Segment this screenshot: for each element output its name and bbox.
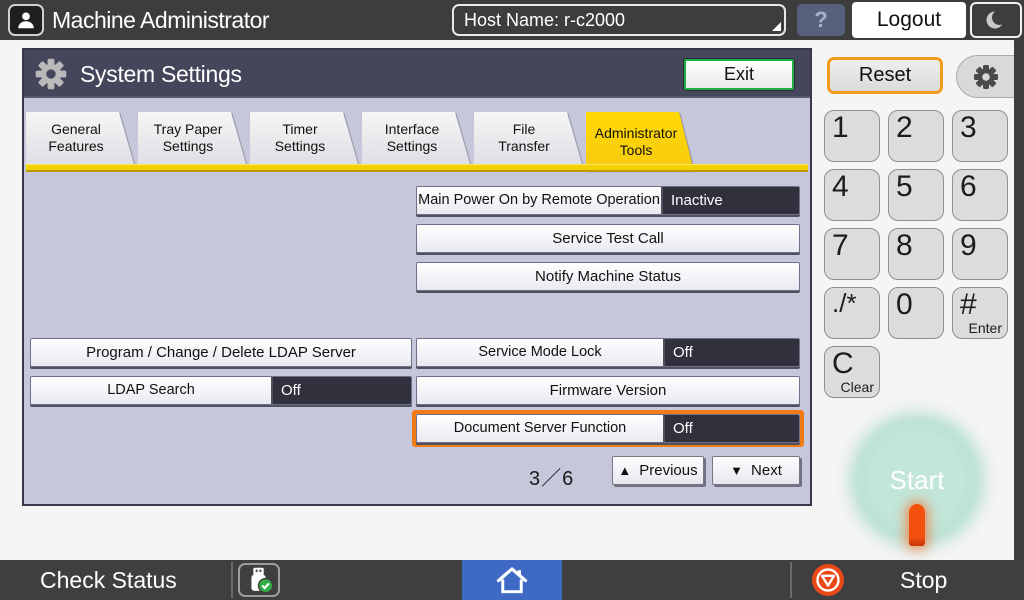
service-test-call-button[interactable]: Service Test Call	[416, 224, 800, 253]
firmware-version-button[interactable]: Firmware Version	[416, 376, 800, 405]
system-settings-panel: System Settings Exit General Features Tr…	[22, 48, 812, 506]
tab-row: General Features Tray Paper Settings Tim…	[26, 112, 694, 164]
media-status-button[interactable]	[238, 563, 280, 597]
home-button[interactable]	[462, 560, 562, 600]
document-server-function-button[interactable]: Document Server Function Off	[416, 414, 800, 443]
tab-file-transfer[interactable]: File Transfer	[474, 112, 582, 164]
top-bar: Machine Administrator Host Name: r-c2000…	[0, 0, 1024, 40]
host-name-dropdown[interactable]: Host Name: r-c2000	[452, 4, 786, 36]
key-7[interactable]: 7	[824, 228, 880, 280]
key-dot-star[interactable]: ./*	[824, 287, 880, 339]
logout-button[interactable]: Logout	[852, 2, 966, 38]
main-power-value: Inactive	[663, 187, 799, 214]
stop-icon	[812, 564, 844, 596]
key-6[interactable]: 6	[952, 169, 1008, 221]
panel-header: System Settings Exit	[24, 50, 810, 98]
start-indicator-light	[909, 504, 925, 546]
key-8[interactable]: 8	[888, 228, 944, 280]
key-5[interactable]: 5	[888, 169, 944, 221]
usb-check-icon	[242, 565, 276, 595]
previous-page-button[interactable]: ▲ Previous	[612, 456, 704, 485]
tab-administrator-tools[interactable]: Administrator Tools	[586, 112, 694, 171]
key-enter[interactable]: # Enter	[952, 287, 1008, 339]
home-icon	[496, 565, 528, 595]
gear-icon	[971, 62, 1001, 92]
moon-icon	[984, 8, 1008, 32]
tab-interface-settings[interactable]: Interface Settings	[362, 112, 470, 164]
down-triangle-icon: ▼	[730, 463, 743, 478]
bottom-bar: Check Status	[0, 560, 1024, 600]
notify-machine-status-button[interactable]: Notify Machine Status	[416, 262, 800, 291]
user-icon[interactable]	[8, 4, 44, 36]
dropdown-corner-icon	[772, 22, 781, 31]
key-0[interactable]: 0	[888, 287, 944, 339]
gear-icon	[34, 57, 68, 91]
service-mode-lock-button[interactable]: Service Mode Lock Off	[416, 338, 800, 367]
tab-timer-settings[interactable]: Timer Settings	[250, 112, 358, 164]
key-3[interactable]: 3	[952, 110, 1008, 162]
key-2[interactable]: 2	[888, 110, 944, 162]
screen-edge-strip	[1014, 40, 1024, 560]
up-triangle-icon: ▲	[618, 463, 631, 478]
device-screen: Machine Administrator Host Name: r-c2000…	[0, 0, 1024, 600]
divider	[231, 562, 233, 598]
document-server-value: Off	[665, 415, 799, 442]
person-icon	[15, 9, 37, 31]
energy-saver-button[interactable]	[970, 2, 1022, 38]
tab-tray-paper-settings[interactable]: Tray Paper Settings	[138, 112, 246, 164]
stop-indicator[interactable]	[812, 564, 844, 596]
numeric-keypad: 1 2 3 4 5 6 7 8 9 ./* 0 # Enter	[824, 110, 1008, 339]
logged-in-user-label: Machine Administrator	[52, 0, 269, 40]
active-tab-underline	[26, 164, 808, 172]
ldap-search-button[interactable]: LDAP Search Off	[30, 376, 412, 405]
key-1[interactable]: 1	[824, 110, 880, 162]
key-4[interactable]: 4	[824, 169, 880, 221]
host-name-value: Host Name: r-c2000	[464, 10, 625, 30]
ldap-search-value: Off	[273, 377, 411, 404]
page-title: System Settings	[80, 50, 242, 98]
divider	[790, 562, 792, 598]
reset-button[interactable]: Reset	[827, 57, 943, 94]
tab-general-features[interactable]: General Features	[26, 112, 134, 164]
key-clear[interactable]: C Clear	[824, 346, 880, 398]
page-indicator: 3／6	[529, 462, 574, 491]
selection-highlight: Document Server Function Off	[412, 410, 804, 447]
help-button[interactable]: ?	[797, 4, 845, 36]
stop-button[interactable]: Stop	[900, 560, 947, 600]
ldap-server-button[interactable]: Program / Change / Delete LDAP Server	[30, 338, 412, 367]
key-9[interactable]: 9	[952, 228, 1008, 280]
next-page-button[interactable]: ▼ Next	[712, 456, 800, 485]
settings-pill-button[interactable]	[956, 55, 1014, 98]
exit-button[interactable]: Exit	[684, 59, 794, 90]
check-status-button[interactable]: Check Status	[40, 560, 177, 600]
main-power-remote-operation-button[interactable]: Main Power On by Remote Operation Inacti…	[416, 186, 800, 215]
service-mode-lock-value: Off	[665, 339, 799, 366]
